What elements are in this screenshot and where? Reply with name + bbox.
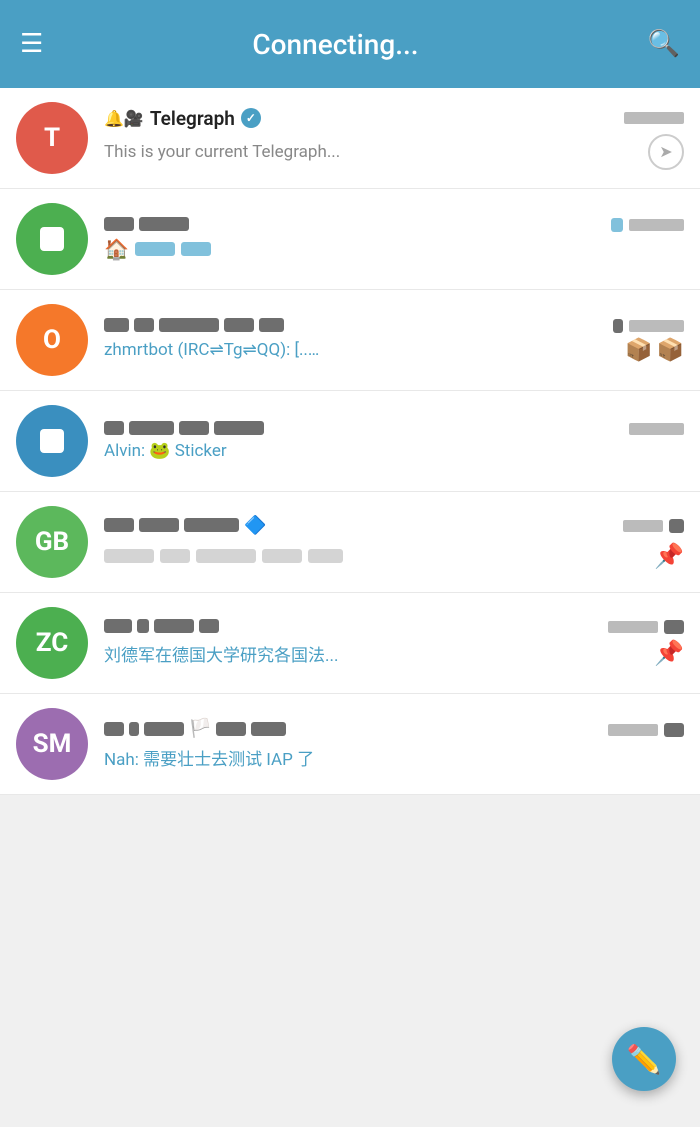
send-icon: ➤ (648, 134, 684, 170)
redacted-block (216, 722, 246, 736)
redacted-name-row (104, 318, 284, 332)
avatar: ZC (16, 607, 88, 679)
chat-list: T 🔔🎥 Telegraph This is your current Tele… (0, 88, 700, 795)
redacted-block (259, 318, 284, 332)
chat-preview: This is your current Telegraph... (104, 142, 340, 162)
chat-meta (608, 723, 684, 737)
chat-item-7[interactable]: SM 🏳️ Nah: 需要壮士去测试 IAP 了 (0, 694, 700, 795)
redacted-block (181, 242, 211, 256)
chat-preview: Alvin: 🐸 Sticker (104, 441, 227, 461)
redacted-block (214, 421, 264, 435)
name-icons: 🔔🎥 (104, 109, 144, 128)
avatar: T (16, 102, 88, 174)
avatar: SM (16, 708, 88, 780)
redacted-block (224, 318, 254, 332)
chat-meta (613, 319, 684, 333)
redacted-block (251, 722, 286, 736)
app-bar: ☰ Connecting... 🔍 (0, 0, 700, 88)
chat-time-redacted (623, 520, 663, 532)
chat-content: zhmrtbot (IRC⇌Tg⇌QQ): [..… 📦 📦 (104, 318, 684, 363)
chat-time-redacted (624, 112, 684, 124)
app-bar-title: Connecting... (23, 28, 647, 61)
verified-badge (241, 108, 261, 128)
redacted-block (134, 318, 154, 332)
redacted-block (154, 619, 194, 633)
chat-content: 刘德军在德国大学研究各国法... 📌 (104, 619, 684, 667)
redacted-block (104, 318, 129, 332)
chat-preview: zhmrtbot (IRC⇌Tg⇌QQ): [..… (104, 340, 319, 360)
chat-item-3[interactable]: O zhmrtbot (IRC⇌Tg⇌QQ): [..… 📦 (0, 290, 700, 391)
avatar: O (16, 304, 88, 376)
redacted-block (139, 518, 179, 532)
redacted-block (179, 421, 209, 435)
redacted-block (104, 217, 134, 231)
chat-item-2[interactable]: 🏠 (0, 189, 700, 290)
chat-item-5[interactable]: GB 🔷 (0, 492, 700, 593)
redacted-block (160, 549, 190, 563)
chat-meta (624, 112, 684, 124)
redacted-block (104, 518, 134, 532)
chat-time-redacted (629, 219, 684, 231)
redacted-block (104, 549, 154, 563)
chat-item-6[interactable]: ZC 刘德军在德国大学研究各国法... 📌 (0, 593, 700, 694)
redacted-block (184, 518, 239, 532)
chat-meta (629, 423, 684, 435)
redacted-block (144, 722, 184, 736)
chat-meta (608, 620, 684, 634)
redacted-block (262, 549, 302, 563)
chat-preview: Nah: 需要壮士去测试 IAP 了 (104, 745, 314, 770)
redacted-name-row (104, 421, 264, 435)
chat-meta (611, 218, 684, 232)
redacted-name-row (104, 217, 189, 231)
chat-item-4[interactable]: Alvin: 🐸 Sticker (0, 391, 700, 492)
search-icon[interactable]: 🔍 (648, 29, 680, 59)
chat-content: 🔷 📌 (104, 515, 684, 570)
chat-time-redacted (608, 621, 658, 633)
redacted-block (104, 722, 124, 736)
redacted-block (139, 217, 189, 231)
redacted-block (135, 242, 175, 256)
redacted-block (104, 619, 132, 633)
chat-name: Telegraph (150, 107, 235, 130)
avatar: GB (16, 506, 88, 578)
redacted-block (129, 421, 174, 435)
chat-content: Alvin: 🐸 Sticker (104, 421, 684, 461)
redacted-block (613, 319, 623, 333)
avatar (16, 405, 88, 477)
redacted-name-row: 🔷 (104, 515, 266, 536)
redacted-block (664, 723, 684, 737)
redacted-block (104, 421, 124, 435)
unread-dot (611, 218, 623, 232)
redacted-block (137, 619, 149, 633)
chat-meta (623, 519, 684, 533)
chat-item-telegraph[interactable]: T 🔔🎥 Telegraph This is your current Tele… (0, 88, 700, 189)
chat-content: 🏳️ Nah: 需要壮士去测试 IAP 了 (104, 718, 684, 770)
chat-content: 🔔🎥 Telegraph This is your current Telegr… (104, 107, 684, 170)
chat-content: 🏠 (104, 217, 684, 261)
chat-preview: 刘德军在德国大学研究各国法... (104, 641, 338, 666)
chat-time-redacted (629, 423, 684, 435)
redacted-block (159, 318, 219, 332)
redacted-block (669, 519, 684, 533)
chat-time-redacted (629, 320, 684, 332)
redacted-name-row: 🏳️ (104, 718, 286, 739)
compose-fab[interactable]: ✏️ (612, 1027, 676, 1091)
chat-time-redacted (608, 724, 658, 736)
redacted-name-row (104, 619, 219, 633)
redacted-block (196, 549, 256, 563)
redacted-block (129, 722, 139, 736)
redacted-block (199, 619, 219, 633)
redacted-block (664, 620, 684, 634)
redacted-block (308, 549, 343, 563)
avatar (16, 203, 88, 275)
